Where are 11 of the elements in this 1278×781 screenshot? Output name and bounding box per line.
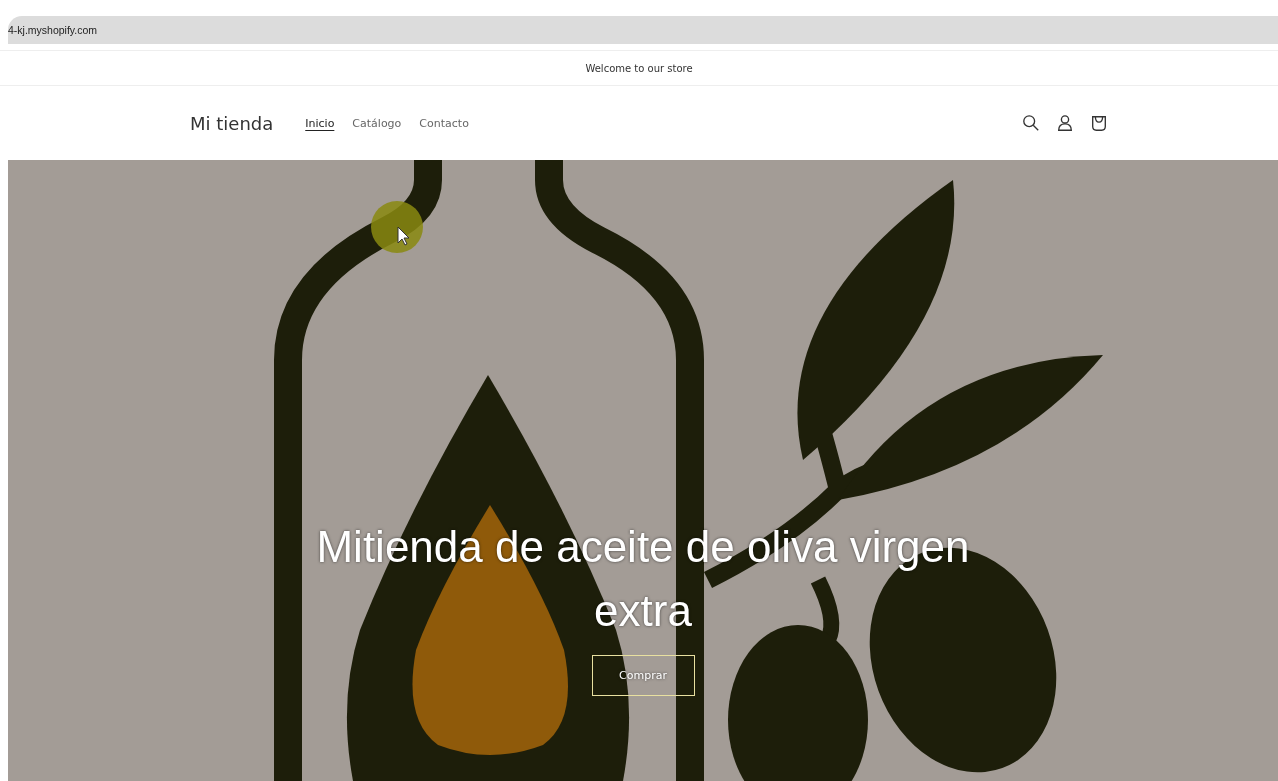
cart-icon[interactable] [1090, 114, 1108, 132]
url-text: 4-kj.myshopify.com [8, 24, 98, 36]
search-icon[interactable] [1022, 114, 1040, 132]
account-icon[interactable] [1056, 114, 1074, 132]
address-bar[interactable]: 4-kj.myshopify.com [8, 16, 1278, 44]
nav-link[interactable]: Inicio [305, 116, 335, 130]
cursor-icon [371, 201, 423, 253]
announcement-text: Welcome to our store [585, 62, 693, 74]
store-logo[interactable]: Mi tienda [190, 112, 274, 134]
nav-link[interactable]: Catálogo [352, 116, 402, 130]
nav-link[interactable]: Contacto [419, 116, 469, 130]
